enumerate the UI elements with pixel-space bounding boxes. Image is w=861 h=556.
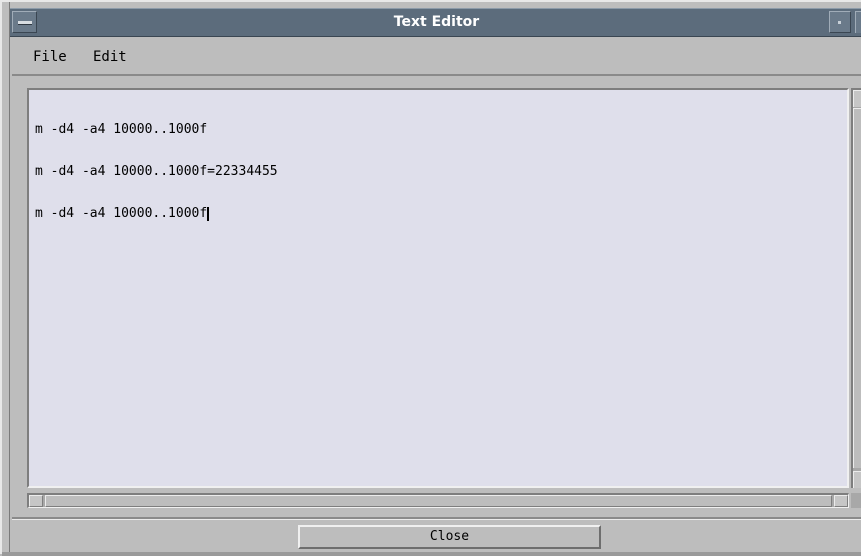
- text-cursor: [207, 207, 210, 221]
- editor-text-area[interactable]: m -d4 -a4 10000..1000f m -d4 -a4 10000..…: [27, 88, 849, 488]
- vertical-scroll-thumb[interactable]: [853, 108, 861, 468]
- maximize-button[interactable]: [855, 11, 861, 33]
- window-title: Text Editor: [393, 14, 480, 30]
- title-bar[interactable]: Text Editor: [10, 8, 861, 37]
- minimize-icon: [838, 21, 841, 24]
- scroll-right-arrow-icon[interactable]: [834, 495, 848, 507]
- horizontal-scroll-thumb[interactable]: [45, 495, 832, 507]
- minimize-button[interactable]: [829, 11, 851, 33]
- editor-content: m -d4 -a4 10000..1000f m -d4 -a4 10000..…: [35, 95, 841, 249]
- window-left-border: [2, 2, 10, 556]
- menu-bar: File Edit: [12, 40, 861, 76]
- editor-line-text: m -d4 -a4 10000..1000f: [35, 122, 208, 137]
- scrollbar-corner: [851, 493, 861, 508]
- bottom-separator: [12, 517, 861, 520]
- editor-line: m -d4 -a4 10000..1000f=22334455: [35, 165, 841, 179]
- menu-edit[interactable]: Edit: [93, 49, 127, 65]
- menu-file[interactable]: File: [33, 49, 67, 65]
- editor-line-text: m -d4 -a4 10000..1000f: [35, 206, 208, 221]
- editor-line: m -d4 -a4 10000..1000f: [35, 207, 841, 221]
- scroll-left-arrow-icon[interactable]: [29, 495, 43, 507]
- close-button[interactable]: Close: [298, 525, 601, 549]
- editor-line-text: m -d4 -a4 10000..1000f=22334455: [35, 164, 278, 179]
- horizontal-scrollbar[interactable]: [27, 493, 849, 508]
- scroll-down-arrow-icon[interactable]: [853, 471, 861, 488]
- vertical-scrollbar[interactable]: [851, 88, 861, 488]
- scroll-up-arrow-icon[interactable]: [853, 90, 861, 107]
- text-editor-window: Text Editor File Edit m -d4 -a4 10000..1…: [0, 0, 861, 556]
- editor-line: m -d4 -a4 10000..1000f: [35, 123, 841, 137]
- window-bottom-border: [2, 552, 861, 556]
